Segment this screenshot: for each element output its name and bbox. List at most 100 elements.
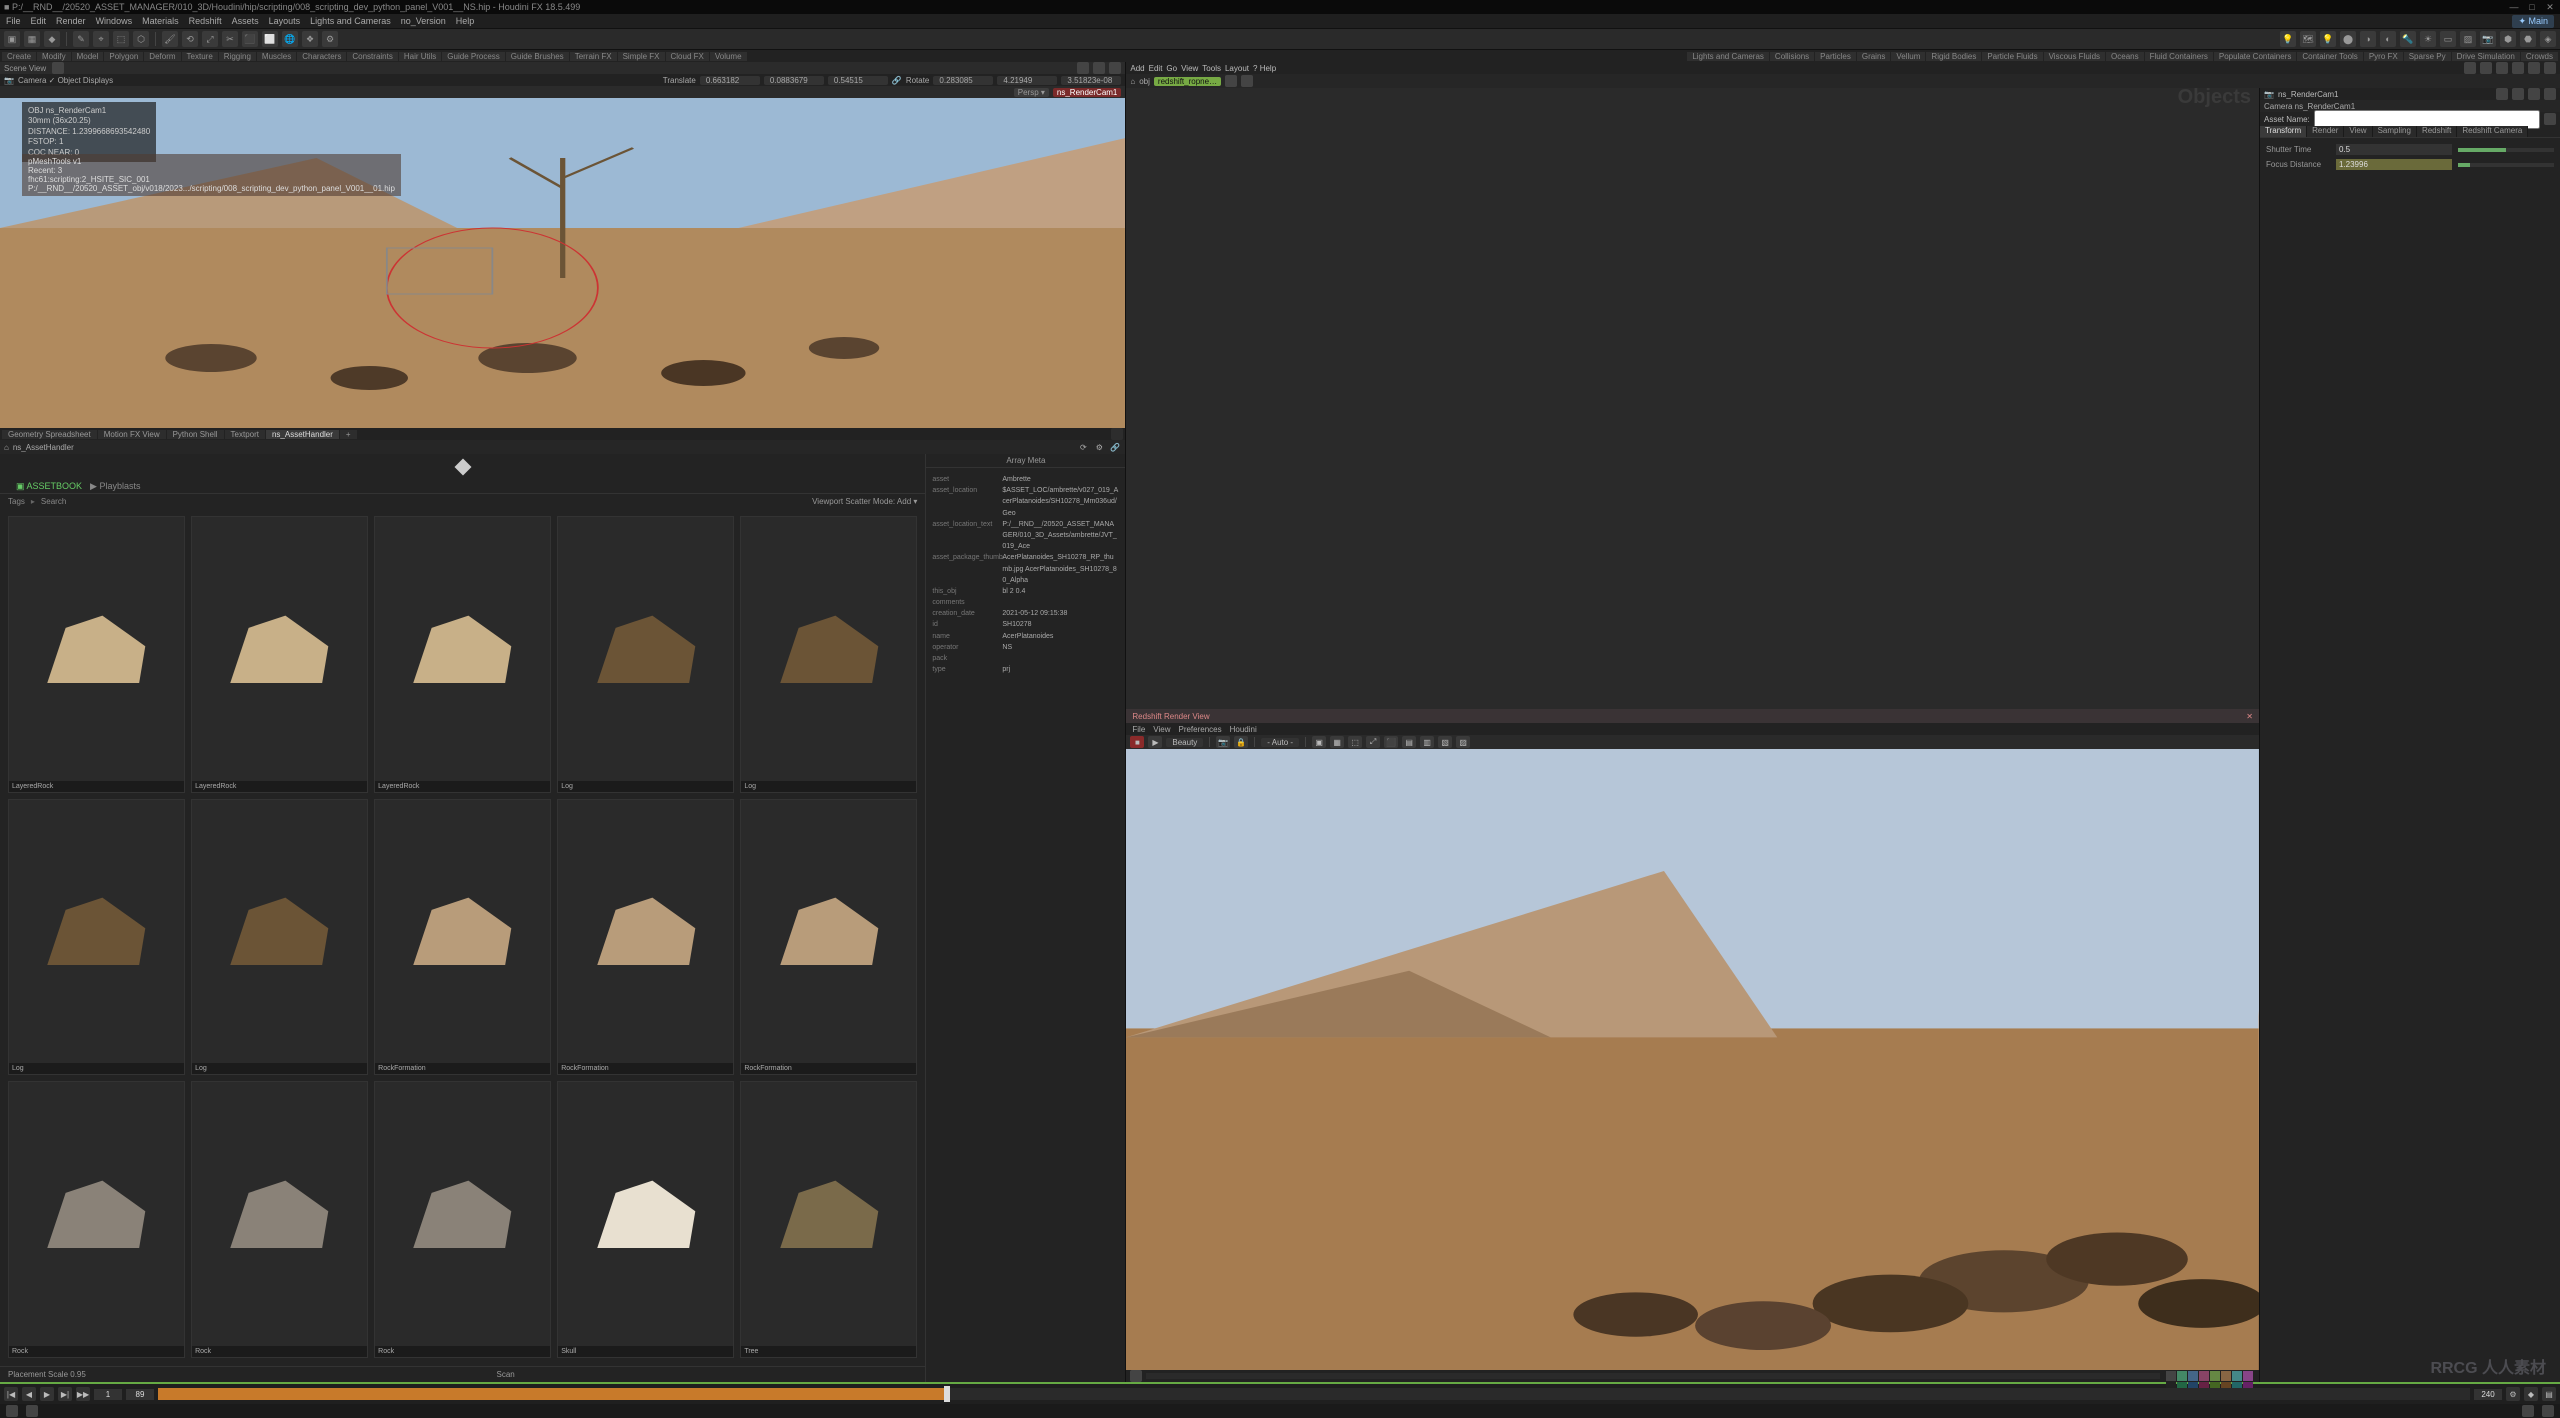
refresh-icon[interactable]: ⟳ bbox=[1077, 441, 1089, 453]
render-menu-file[interactable]: File bbox=[1132, 725, 1145, 734]
path-home-icon[interactable]: ⌂ bbox=[4, 443, 9, 452]
menu-materials[interactable]: Materials bbox=[142, 16, 179, 26]
snapshot-icon[interactable]: 📷 bbox=[1216, 736, 1230, 748]
render-tool-icon[interactable]: ▣ bbox=[1312, 736, 1326, 748]
timeline-play-button[interactable]: ▶ bbox=[40, 1387, 54, 1401]
render-menu-view[interactable]: View bbox=[1153, 725, 1170, 734]
color-swatch[interactable] bbox=[2166, 1371, 2176, 1381]
minimize-button[interactable]: — bbox=[2508, 2, 2520, 13]
shelf-tool[interactable]: ☀ bbox=[2420, 31, 2436, 47]
net-icon[interactable] bbox=[2480, 62, 2492, 74]
render-view[interactable] bbox=[1126, 749, 2259, 1370]
shelf-tool[interactable]: 📷 bbox=[2480, 31, 2496, 47]
param-tab-render[interactable]: Render bbox=[2307, 126, 2344, 137]
timeline-key-icon[interactable]: ◆ bbox=[2524, 1387, 2538, 1401]
shelf-tool[interactable]: 💡 bbox=[2280, 31, 2296, 47]
shelf-tool[interactable]: ▦ bbox=[24, 31, 40, 47]
shelf-tab[interactable]: Create bbox=[2, 52, 36, 61]
render-tool-icon[interactable]: ▤ bbox=[1402, 736, 1416, 748]
shelf-tab[interactable]: Hair Utils bbox=[399, 52, 441, 61]
aov-select[interactable]: Beauty bbox=[1166, 738, 1203, 747]
shelf-tab[interactable]: Lights and Cameras bbox=[1687, 52, 1769, 61]
net-menu-help[interactable]: ? Help bbox=[1253, 64, 1276, 73]
timeline-playhead[interactable] bbox=[944, 1386, 950, 1402]
gear-icon[interactable]: ⚙ bbox=[1093, 441, 1105, 453]
shelf-tool[interactable]: ⬣ bbox=[2520, 31, 2536, 47]
shelf-tool[interactable]: 🔦 bbox=[2400, 31, 2416, 47]
shelf-tool[interactable]: ◐ bbox=[2380, 31, 2396, 47]
param-node-icon[interactable]: 📷 bbox=[2264, 90, 2274, 99]
placement-scale-label[interactable]: Placement Scale 0.95 bbox=[8, 1370, 86, 1379]
menu-windows[interactable]: Windows bbox=[96, 16, 133, 26]
cook-icon[interactable] bbox=[26, 1405, 38, 1417]
param-input-shutter[interactable] bbox=[2336, 144, 2452, 155]
render-history-icon[interactable] bbox=[1130, 1370, 1142, 1382]
tab-add[interactable]: + bbox=[340, 430, 357, 439]
update-badge[interactable]: ✦ Main bbox=[2512, 15, 2554, 28]
timeline-last-button[interactable]: ▶▶ bbox=[76, 1387, 90, 1401]
asset-thumb-tree[interactable]: Tree bbox=[740, 1081, 917, 1358]
asset-thumb-log[interactable]: Log bbox=[557, 516, 734, 793]
tab-pyshell[interactable]: Python Shell bbox=[167, 430, 224, 439]
shelf-tool[interactable]: ⬡ bbox=[133, 31, 149, 47]
color-swatch[interactable] bbox=[2221, 1371, 2231, 1381]
shelf-tool[interactable]: 💡 bbox=[2320, 31, 2336, 47]
shelf-tab[interactable]: Characters bbox=[297, 52, 346, 61]
param-tab-view[interactable]: View bbox=[2344, 126, 2372, 137]
tab-textport[interactable]: Textport bbox=[225, 430, 265, 439]
menu-assets[interactable]: Assets bbox=[232, 16, 259, 26]
net-icon[interactable] bbox=[2512, 62, 2524, 74]
asset-tab[interactable]: ▶ Playblasts bbox=[90, 481, 140, 492]
render-tool-icon[interactable]: ▦ bbox=[1330, 736, 1344, 748]
camera-icon[interactable]: 📷 bbox=[4, 76, 14, 85]
shelf-tool[interactable]: ◑ bbox=[2360, 31, 2376, 47]
shelf-tool[interactable]: ⬤ bbox=[2340, 31, 2356, 47]
frame-start[interactable]: 1 bbox=[94, 1389, 122, 1400]
shelf-tab[interactable]: Pyro FX bbox=[2364, 52, 2403, 61]
shelf-tab[interactable]: Drive Simulation bbox=[2452, 52, 2520, 61]
net-icon[interactable] bbox=[1225, 75, 1237, 87]
asset-thumb-rock[interactable]: Rock bbox=[191, 1081, 368, 1358]
net-icon[interactable] bbox=[1241, 75, 1253, 87]
shelf-tab[interactable]: Constraints bbox=[347, 52, 397, 61]
shelf-tool[interactable]: 🌐 bbox=[282, 31, 298, 47]
shelf-tool[interactable]: ⬢ bbox=[2500, 31, 2516, 47]
shelf-tool[interactable]: ⬚ bbox=[113, 31, 129, 47]
network-view[interactable]: Objects bbox=[1126, 88, 2259, 709]
timeline-track[interactable] bbox=[158, 1388, 2470, 1400]
shelf-tab[interactable]: Model bbox=[72, 52, 104, 61]
menu-render[interactable]: Render bbox=[56, 16, 86, 26]
asset-thumb-log[interactable]: Log bbox=[740, 516, 917, 793]
render-view-tab[interactable]: Redshift Render View ✕ bbox=[1126, 709, 2259, 723]
param-input-focus[interactable] bbox=[2336, 159, 2452, 170]
param-slider[interactable] bbox=[2458, 163, 2554, 167]
net-icon[interactable] bbox=[2544, 62, 2556, 74]
color-swatch[interactable] bbox=[2243, 1371, 2253, 1381]
shelf-tab[interactable]: Particle Fluids bbox=[1982, 52, 2042, 61]
shelf-tool[interactable]: ⌖ bbox=[93, 31, 109, 47]
timeline-opts-icon[interactable]: ⚙ bbox=[2506, 1387, 2520, 1401]
render-menu-pref[interactable]: Preferences bbox=[1178, 725, 1221, 734]
status-icon[interactable] bbox=[2522, 1405, 2534, 1417]
shelf-tool[interactable]: ⬛ bbox=[242, 31, 258, 47]
asset-tab-assetbook[interactable]: ▣ ASSETBOOK bbox=[16, 481, 82, 492]
translate-y[interactable]: 0.0883679 bbox=[764, 76, 824, 85]
shelf-tab[interactable]: Particles bbox=[1815, 52, 1856, 61]
menu-file[interactable]: File bbox=[6, 16, 21, 26]
shelf-tab[interactable]: Container Tools bbox=[2297, 52, 2362, 61]
shelf-tool[interactable]: ⚙ bbox=[322, 31, 338, 47]
shelf-tab[interactable]: Populate Containers bbox=[2214, 52, 2297, 61]
persp-dropdown[interactable]: Persp ▾ bbox=[1014, 88, 1049, 97]
shelf-tab[interactable]: Simple FX bbox=[618, 52, 665, 61]
shelf-tool[interactable]: ▭ bbox=[2440, 31, 2456, 47]
menu-help[interactable]: Help bbox=[456, 16, 475, 26]
timeline-prev-button[interactable]: ◀ bbox=[22, 1387, 36, 1401]
viewport-node-pill[interactable]: ns_RenderCam1 bbox=[1053, 88, 1121, 97]
tab-motionfx[interactable]: Motion FX View bbox=[98, 430, 166, 439]
render-tool-icon[interactable]: ⬚ bbox=[1348, 736, 1362, 748]
frame-current[interactable]: 89 bbox=[126, 1389, 154, 1400]
asset-thumb-layeredrock[interactable]: LayeredRock bbox=[8, 516, 185, 793]
shelf-tab[interactable]: Polygon bbox=[104, 52, 143, 61]
lock-icon[interactable]: 🔒 bbox=[1234, 736, 1248, 748]
shelf-tab[interactable]: Rigging bbox=[219, 52, 256, 61]
